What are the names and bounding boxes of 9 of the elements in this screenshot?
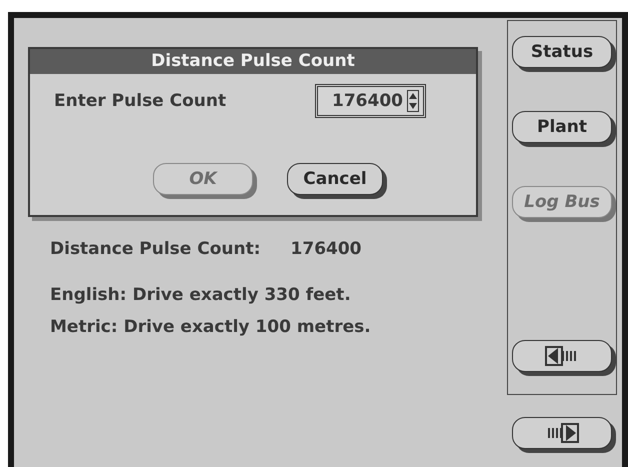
readout-value: 176400 xyxy=(290,239,362,259)
dialog-title: Distance Pulse Count xyxy=(30,49,476,74)
up-down-arrows-icon[interactable] xyxy=(407,90,419,112)
readout-label: Distance Pulse Count: xyxy=(50,239,261,259)
spinner-value: 176400 xyxy=(332,91,403,111)
pulse-count-spinner[interactable]: 176400 xyxy=(315,84,426,118)
instruction-text: Metric: Drive exactly 100 metres. xyxy=(50,317,372,337)
field-label: Enter Pulse Count xyxy=(54,91,226,111)
instruction-text: English: Drive exactly 330 feet. xyxy=(50,285,352,305)
